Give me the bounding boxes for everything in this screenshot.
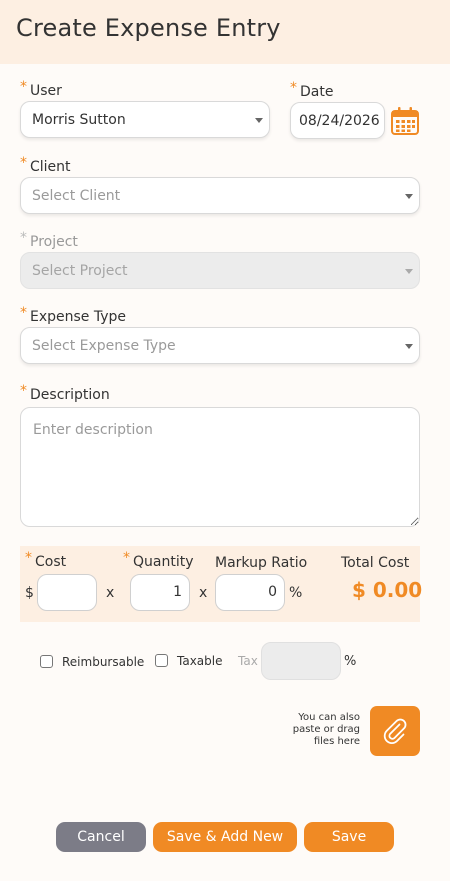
- save-button[interactable]: Save: [304, 822, 394, 852]
- tax-label: Tax: [238, 654, 258, 668]
- chevron-down-icon: [405, 344, 413, 349]
- currency-symbol: $: [25, 585, 34, 601]
- quantity-label: * Quantity: [123, 550, 194, 570]
- required-marker: *: [290, 80, 297, 96]
- required-marker: *: [25, 550, 32, 566]
- user-select[interactable]: Morris Sutton: [20, 101, 270, 138]
- save-and-add-new-button[interactable]: Save & Add New: [153, 822, 297, 852]
- chevron-down-icon: [255, 118, 263, 123]
- required-marker: *: [20, 383, 27, 399]
- attach-file-button[interactable]: [370, 706, 420, 756]
- project-select-placeholder: Select Project: [32, 263, 128, 279]
- required-marker: *: [123, 550, 130, 566]
- quantity-input[interactable]: 1: [130, 574, 190, 611]
- calendar-icon[interactable]: [390, 106, 420, 136]
- project-select: Select Project: [20, 252, 420, 289]
- reimbursable-label: Reimbursable: [62, 655, 145, 669]
- expense-type-label: * Expense Type: [20, 305, 127, 325]
- reimbursable-checkbox[interactable]: [40, 655, 53, 668]
- required-marker: *: [20, 79, 27, 95]
- date-input-value: 08/24/2026: [299, 113, 380, 129]
- project-label: * Project: [20, 230, 78, 250]
- description-label: * Description: [20, 383, 110, 403]
- markup-ratio-label: Markup Ratio: [215, 555, 308, 571]
- client-label: * Client: [20, 155, 71, 175]
- tax-input: [261, 642, 341, 680]
- client-select[interactable]: Select Client: [20, 177, 420, 214]
- user-label: * User: [20, 79, 62, 99]
- client-select-placeholder: Select Client: [32, 188, 121, 204]
- markup-ratio-input[interactable]: 0: [215, 574, 285, 611]
- required-marker: *: [20, 230, 27, 246]
- cost-input[interactable]: [37, 574, 97, 611]
- expense-entry-form: Create Expense Entry * User Morris Sutton…: [0, 0, 450, 881]
- multiply-sign: x: [199, 585, 208, 601]
- date-label: * Date: [290, 80, 334, 100]
- expense-type-select-placeholder: Select Expense Type: [32, 338, 176, 354]
- cost-label: * Cost: [25, 550, 67, 570]
- page-header: Create Expense Entry: [0, 0, 450, 64]
- attachment-hint: You can also paste or drag files here: [292, 712, 360, 747]
- chevron-down-icon: [405, 269, 413, 274]
- total-cost-label: Total Cost: [341, 555, 410, 571]
- required-marker: *: [20, 155, 27, 171]
- taxable-checkbox[interactable]: [155, 654, 168, 667]
- multiply-sign: x: [106, 585, 115, 601]
- required-marker: *: [20, 305, 27, 321]
- cancel-button[interactable]: Cancel: [56, 822, 146, 852]
- taxable-label: Taxable: [177, 654, 223, 668]
- chevron-down-icon: [405, 194, 413, 199]
- user-select-value: Morris Sutton: [32, 112, 126, 128]
- percent-sign: %: [289, 585, 303, 601]
- page-title: Create Expense Entry: [16, 14, 281, 42]
- total-cost-value: $ 0.00: [352, 578, 423, 602]
- tax-percent-sign: %: [344, 654, 357, 669]
- paperclip-icon: [383, 718, 407, 744]
- description-textarea[interactable]: [20, 407, 420, 527]
- expense-type-select[interactable]: Select Expense Type: [20, 327, 420, 364]
- date-input[interactable]: 08/24/2026: [290, 102, 385, 139]
